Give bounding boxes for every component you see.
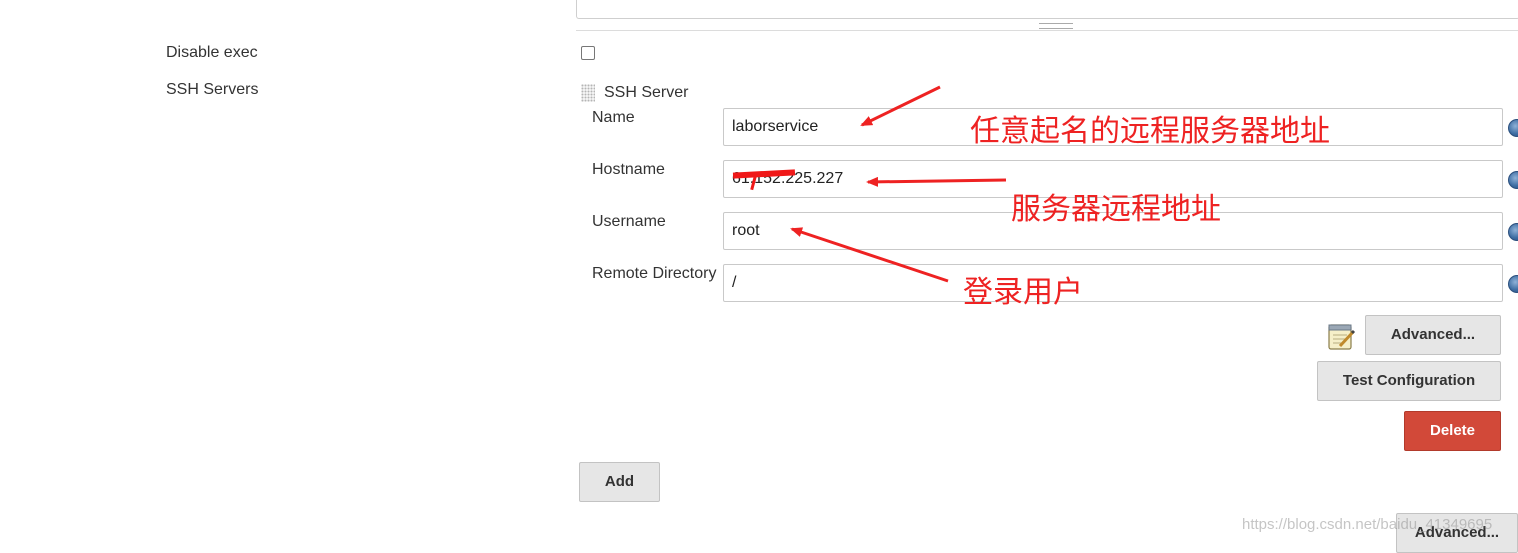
help-icon[interactable] <box>1508 119 1518 137</box>
help-icon[interactable] <box>1508 171 1518 189</box>
notepad-icon[interactable] <box>1326 320 1358 352</box>
hostname-annotation: 服务器远程地址 <box>1011 192 1221 227</box>
hostname-label: Hostname <box>592 161 665 178</box>
add-button[interactable]: Add <box>579 462 660 502</box>
resize-grip-icon <box>1039 23 1073 29</box>
ssh-server-header: SSH Server <box>604 84 689 101</box>
textarea-resize-handle[interactable] <box>576 20 1518 31</box>
disable-exec-checkbox[interactable] <box>581 46 595 60</box>
delete-button[interactable]: Delete <box>1404 411 1501 451</box>
drag-handle-icon[interactable] <box>581 84 595 102</box>
previous-textarea[interactable] <box>576 0 1518 19</box>
username-label: Username <box>592 213 666 230</box>
username-annotation: 登录用户 <box>963 275 1083 310</box>
advanced-button[interactable]: Advanced... <box>1365 315 1501 355</box>
disable-exec-label: Disable exec <box>166 44 258 61</box>
remote-directory-label: Remote Directory <box>592 265 717 282</box>
test-configuration-button[interactable]: Test Configuration <box>1317 361 1501 401</box>
name-annotation: 任意起名的远程服务器地址 <box>970 114 1330 149</box>
ssh-servers-label: SSH Servers <box>166 81 259 98</box>
name-label: Name <box>592 109 635 126</box>
help-icon[interactable] <box>1508 223 1518 241</box>
remote-directory-input[interactable]: / <box>723 264 1503 302</box>
watermark: https://blog.csdn.net/baidu_41349695 <box>1242 516 1493 533</box>
help-icon[interactable] <box>1508 275 1518 293</box>
